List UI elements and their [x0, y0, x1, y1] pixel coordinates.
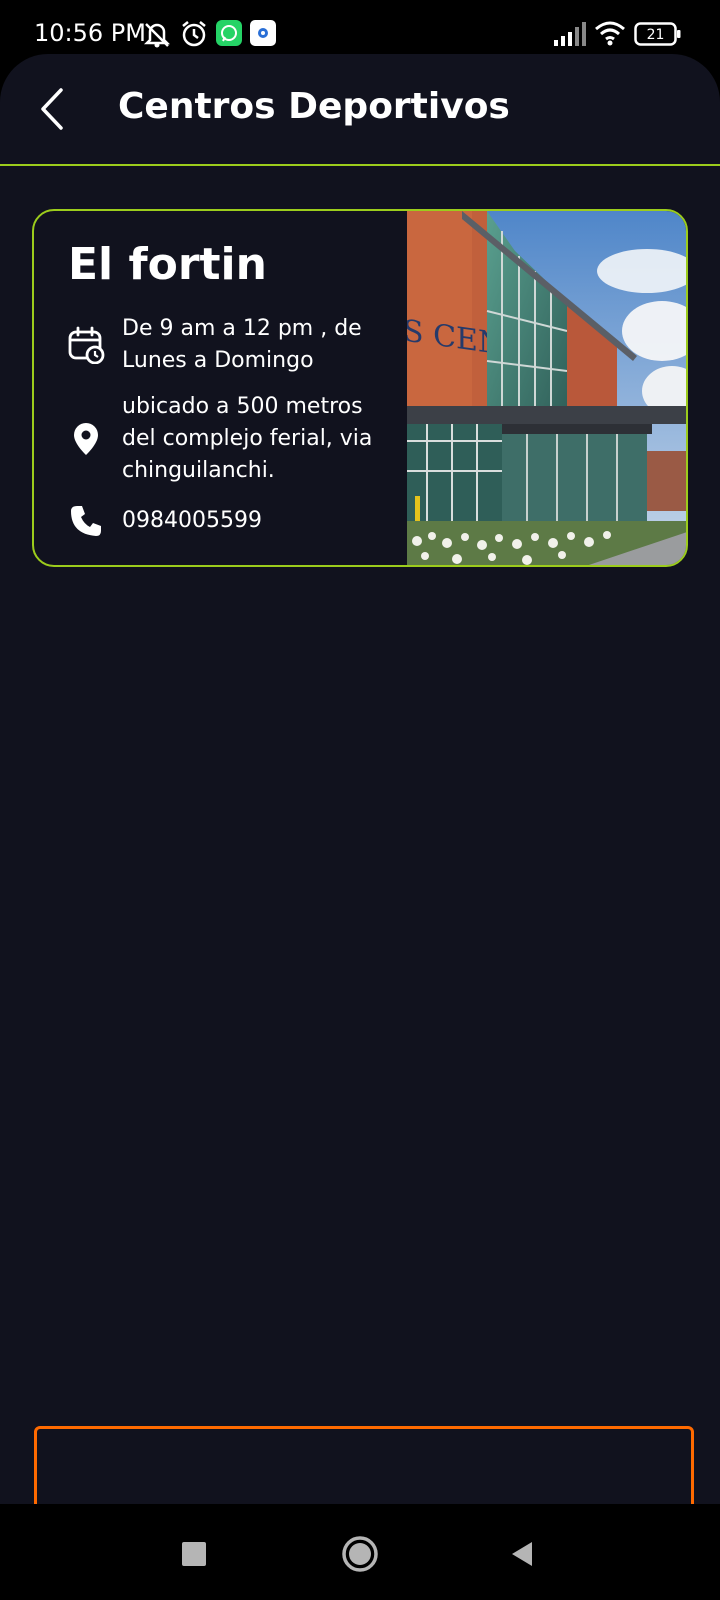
phone-text: 0984005599	[122, 508, 262, 533]
recents-button[interactable]	[168, 1528, 220, 1580]
back-icon	[512, 1542, 532, 1566]
center-name: El fortin	[68, 239, 267, 290]
page-title: Centros Deportivos	[118, 86, 510, 127]
schedule-text: De 9 am a 12 pm , de Lunes a Domingo	[122, 316, 362, 373]
card-info: El fortin De 9 am a 12 pm , de Lunes a D…	[34, 211, 407, 565]
app-icon	[250, 20, 276, 50]
signal-icon	[554, 22, 588, 50]
phone-icon	[66, 501, 106, 541]
schedule-row: De 9 am a 12 pm , de Lunes a Domingo	[66, 313, 392, 377]
chevron-left-icon	[41, 88, 63, 130]
mute-icon	[142, 20, 172, 52]
home-icon	[342, 1536, 378, 1572]
status-time: 10:56 PM	[34, 19, 146, 47]
location-pin-icon	[66, 419, 106, 459]
navigation-bar	[0, 1504, 720, 1600]
app-header: Centros Deportivos	[0, 54, 720, 166]
whatsapp-icon	[216, 20, 242, 50]
phone-row[interactable]: 0984005599	[66, 501, 392, 541]
app-screen: Centros Deportivos El fortin De 9 am a 1…	[0, 54, 720, 1504]
home-button[interactable]	[334, 1528, 386, 1580]
back-button[interactable]	[30, 82, 74, 136]
address-text: ubicado a 500 metros del complejo ferial…	[122, 394, 373, 483]
sports-center-photo: S CENTRE	[407, 211, 686, 565]
back-nav-button[interactable]	[496, 1528, 548, 1580]
sports-center-card[interactable]: El fortin De 9 am a 12 pm , de Lunes a D…	[32, 209, 688, 567]
calendar-clock-icon	[66, 325, 106, 365]
wifi-icon	[594, 20, 626, 50]
address-row: ubicado a 500 metros del complejo ferial…	[66, 391, 392, 487]
bottom-banner-placeholder[interactable]	[34, 1426, 694, 1504]
recents-icon	[182, 1542, 206, 1566]
battery-icon: 21	[634, 22, 682, 50]
battery-level: 21	[647, 27, 665, 43]
alarm-icon	[180, 20, 208, 52]
